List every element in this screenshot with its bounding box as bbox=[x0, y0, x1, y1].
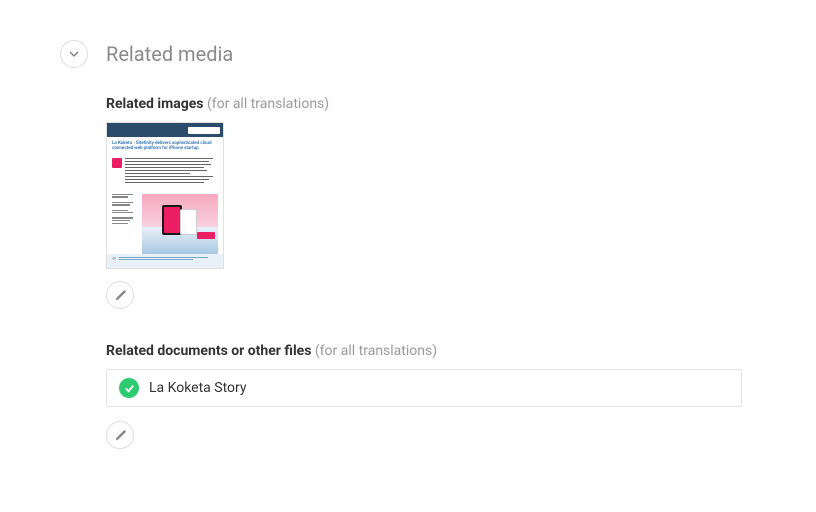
related-docs-label: Related documents or other files bbox=[106, 343, 311, 359]
thumbnail-title-text: La Koketa - Sitefinity delivers sophisti… bbox=[112, 141, 218, 152]
pencil-icon bbox=[114, 429, 127, 442]
section-title: Related media bbox=[106, 42, 233, 66]
status-ok-icon bbox=[119, 378, 139, 398]
chevron-down-icon bbox=[69, 49, 79, 59]
image-thumbnail[interactable]: La Koketa - Sitefinity delivers sophisti… bbox=[106, 122, 224, 269]
edit-documents-button[interactable] bbox=[106, 421, 134, 449]
quote-icon: “ bbox=[112, 260, 116, 265]
edit-images-button[interactable] bbox=[106, 281, 134, 309]
document-title: La Koketa Story bbox=[149, 380, 247, 396]
collapse-toggle[interactable] bbox=[60, 40, 88, 68]
related-images-label: Related images bbox=[106, 96, 203, 112]
thumbnail-preview: La Koketa - Sitefinity delivers sophisti… bbox=[107, 123, 223, 268]
related-images-header: Related images (for all translations) bbox=[106, 96, 756, 112]
related-images-scope: (for all translations) bbox=[207, 96, 329, 112]
pencil-icon bbox=[114, 289, 127, 302]
document-row[interactable]: La Koketa Story bbox=[106, 369, 742, 407]
related-docs-header: Related documents or other files (for al… bbox=[106, 343, 756, 359]
related-docs-scope: (for all translations) bbox=[315, 343, 437, 359]
